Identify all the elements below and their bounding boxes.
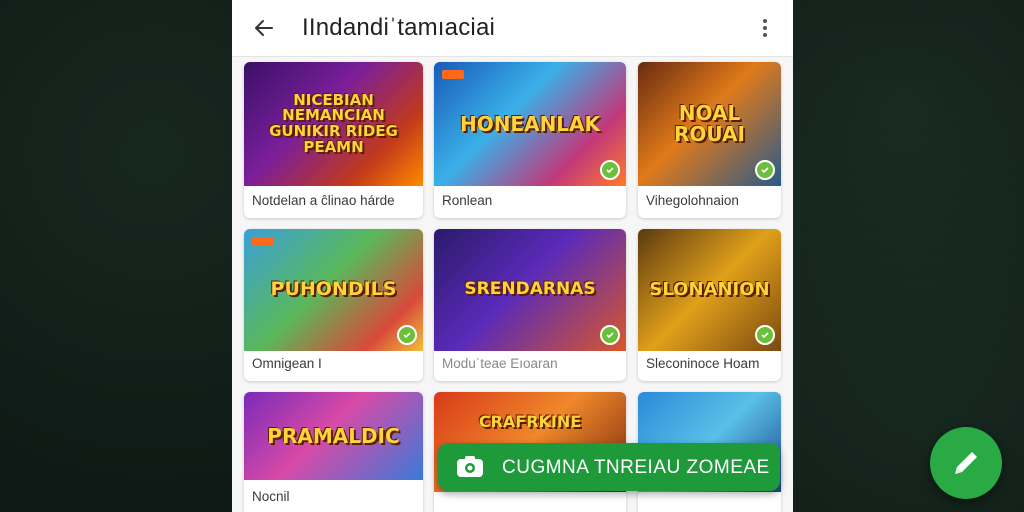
game-title: Sleconinoce Hoam [646, 356, 760, 371]
game-card[interactable]: SRENDARNAS Moduˈteae Eıoaran [434, 229, 626, 381]
game-title: Moduˈteae Eıoaran [442, 356, 558, 371]
game-thumbnail: NICEBIAN NEMANCIAN GUNIKIR RIDEG PEAMN [244, 62, 423, 186]
game-card[interactable]: NICEBIAN NEMANCIAN GUNIKIR RIDEG PEAMN N… [244, 62, 423, 218]
arrow-left-icon [255, 20, 273, 36]
game-card[interactable]: PUHONDILS Omnigean I [244, 229, 423, 381]
game-thumbnail: PUHONDILS [244, 229, 423, 351]
installed-check-icon [600, 325, 620, 345]
installed-check-icon [755, 160, 775, 180]
snackbar-text: CUGMNA TNREIAU ZOMEAE [502, 457, 770, 478]
game-title: Notdelan a ĉlinao hárde [252, 193, 395, 208]
app-window: IIndandiˈtamıaciai NICEBIAN NEMANCIAN GU… [232, 0, 793, 512]
game-thumbnail: HONEANLAK [434, 62, 626, 186]
back-button[interactable] [248, 12, 280, 44]
pencil-icon [955, 452, 977, 474]
more-options-button[interactable] [749, 12, 781, 44]
game-title: Omnigean I [252, 356, 322, 371]
camera-icon [457, 456, 483, 477]
game-thumbnail: NOAL ROUAI [638, 62, 781, 186]
new-tag [252, 237, 274, 246]
new-tag [442, 70, 464, 79]
game-title: Vihegolohnaion [646, 193, 739, 208]
installed-check-icon [397, 325, 417, 345]
game-title: Ronlean [442, 193, 493, 208]
game-card[interactable]: NOAL ROUAI Vihegolohnaion [638, 62, 781, 218]
snackbar-action-button[interactable]: CUGMNA TNREIAU ZOMEAE [438, 443, 780, 491]
game-thumbnail: SRENDARNAS [434, 229, 626, 351]
game-thumbnail: SLONANION [638, 229, 781, 351]
game-title: Nocnil [252, 489, 290, 504]
game-card[interactable]: PRAMALDIC Nocnil [244, 392, 423, 512]
app-bar: IIndandiˈtamıaciai [232, 0, 793, 57]
page-title: IIndandiˈtamıaciai [302, 14, 496, 41]
game-thumbnail: PRAMALDIC [244, 392, 423, 480]
compose-fab[interactable] [930, 427, 1002, 499]
game-card[interactable]: SLONANION Sleconinoce Hoam [638, 229, 781, 381]
installed-check-icon [755, 325, 775, 345]
more-vertical-icon [763, 19, 767, 37]
game-card[interactable]: HONEANLAK Ronlean [434, 62, 626, 218]
installed-check-icon [600, 160, 620, 180]
